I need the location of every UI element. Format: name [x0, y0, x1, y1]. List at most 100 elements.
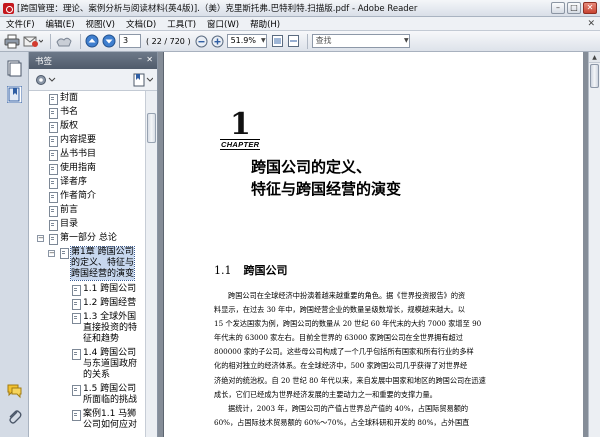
- bookmarks-panel-header: 书签 – ✕: [29, 52, 157, 69]
- bookmarks-panel-title: 书签: [35, 56, 53, 67]
- menu-window[interactable]: 窗口(W): [207, 18, 239, 30]
- comments-icon[interactable]: [7, 382, 22, 399]
- bookmark-item-part1[interactable]: 第一部分 总论: [48, 233, 117, 245]
- bookmark-item[interactable]: 1.3 全球外国 直接投资的特 征和趋势: [71, 312, 137, 345]
- bookmark-item[interactable]: 封面: [48, 93, 78, 105]
- fit-page-icon: [271, 35, 283, 47]
- bookmark-item[interactable]: 作者简介: [48, 191, 96, 203]
- previous-page-button[interactable]: [85, 33, 99, 49]
- options-menu-icon[interactable]: [34, 73, 56, 87]
- next-page-button[interactable]: [102, 33, 116, 49]
- page-icon: [48, 177, 58, 189]
- bookmark-label: 内容提要: [60, 135, 97, 145]
- fit-width-button[interactable]: [287, 33, 300, 49]
- document-close-icon[interactable]: ✕: [587, 19, 595, 29]
- document-scroll-thumb[interactable]: [590, 64, 599, 88]
- bookmark-item[interactable]: 丛书书目: [48, 149, 96, 161]
- scroll-up-icon[interactable]: ▲: [589, 52, 600, 63]
- pages-panel-icon[interactable]: [7, 60, 22, 77]
- chapter-mark: 1 CHAPTER: [220, 110, 264, 150]
- bookmark-label: 案例1.1 马狮 公司如何应对: [83, 409, 137, 431]
- page-number-input[interactable]: 3: [119, 34, 141, 48]
- bookmark-item[interactable]: 内容提要: [48, 135, 97, 147]
- email-icon: [23, 36, 43, 47]
- bookmark-item[interactable]: 书名: [48, 107, 79, 119]
- zoom-in-button[interactable]: [211, 33, 224, 49]
- paragraph-line: 60%，占国际技术贸易额的 60%～70%，占全球科研和开发的 80%，占外国直: [214, 417, 470, 427]
- bookmarks-scroll-thumb[interactable]: [147, 113, 156, 143]
- paragraph-line: 济绝对的统治权。自 20 世纪 80 年代以来，来自发展中国家和地区的跨国公司在…: [214, 375, 486, 385]
- page-icon: [71, 384, 81, 396]
- bookmark-label: 使用指南: [60, 163, 97, 173]
- window-title: [跨国管理：理论、案例分析与阅读材料(英4版)].（美）克里斯托弗.巴特利特.扫…: [17, 4, 418, 14]
- bookmark-label: 1.3 全球外国 直接投资的特 征和趋势: [83, 312, 137, 345]
- bookmark-item[interactable]: 1.4 跨国公司 与东道国政府 的关系: [71, 348, 137, 381]
- bookmark-item[interactable]: 1.1 跨国公司: [71, 284, 137, 296]
- bookmark-label: 第一部分 总论: [60, 233, 117, 243]
- toolbar-separator: [306, 33, 308, 49]
- bookmark-item-chapter1[interactable]: 第1章 跨国公司 的定义、特征与 跨国经营的演变: [59, 246, 136, 281]
- bookmark-item[interactable]: 1.5 跨国公司 所面临的挑战: [71, 384, 137, 406]
- menu-view[interactable]: 视图(V): [86, 18, 115, 30]
- panel-close-icon[interactable]: ✕: [146, 55, 153, 64]
- bookmark-label: 1.1 跨国公司: [83, 284, 137, 294]
- bookmark-item[interactable]: 案例1.1 马狮 公司如何应对: [71, 409, 137, 431]
- zoom-select[interactable]: 51.9% ▼: [226, 34, 267, 48]
- bookmark-label: 书名: [60, 107, 79, 117]
- hand-share-icon: [56, 37, 72, 46]
- search-placeholder: 查找: [315, 36, 332, 45]
- bookmark-item[interactable]: 前言: [48, 205, 78, 217]
- section-number: 1.1: [214, 264, 232, 277]
- page-icon: [48, 191, 58, 203]
- zoom-in-icon: [211, 35, 224, 47]
- email-button[interactable]: [23, 33, 43, 49]
- zoom-out-button[interactable]: [195, 33, 208, 49]
- toolbar-separator: [80, 33, 81, 49]
- bookmarks-tree: 封面 书名 版权 内容提要 丛书书目 使用指南 译者序 作者简介 前言 目录 −…: [29, 91, 146, 437]
- bookmark-label-line: 案例1.1 马狮: [83, 409, 137, 419]
- bookmark-label-line: 第1章 跨国公司: [71, 247, 134, 257]
- bookmark-label: 版权: [60, 121, 79, 131]
- new-bookmark-icon[interactable]: [133, 73, 153, 87]
- close-button[interactable]: ✕: [583, 2, 597, 14]
- bookmark-item[interactable]: 版权: [48, 121, 79, 133]
- collapse-toggle[interactable]: −: [48, 250, 55, 257]
- bookmark-item[interactable]: 目录: [48, 219, 78, 231]
- collaborate-button[interactable]: [55, 33, 73, 49]
- chevron-down-icon: ▼: [260, 37, 266, 44]
- chevron-down-icon: ▼: [403, 37, 409, 44]
- minimize-button[interactable]: –: [551, 2, 565, 14]
- bookmark-label-line: 的关系: [83, 370, 111, 380]
- fit-page-button[interactable]: [271, 33, 284, 49]
- menu-help[interactable]: 帮助(H): [250, 18, 280, 30]
- paragraph-line: 跨国公司在全球经济中扮演着越来越重要的角色。据《世界投资报告》的资: [228, 291, 466, 300]
- section-title: 跨国公司: [243, 264, 288, 277]
- chapter-word: CHAPTER: [220, 139, 261, 150]
- menu-tools[interactable]: 工具(T): [167, 18, 196, 30]
- page-icon: [48, 163, 58, 175]
- bookmark-item[interactable]: 使用指南: [48, 163, 97, 175]
- bookmarks-panel-icon[interactable]: [7, 86, 22, 103]
- bookmark-item[interactable]: 1.2 跨国经营: [71, 298, 136, 310]
- document-scrollbar[interactable]: ▲: [588, 52, 600, 437]
- attachment-icon[interactable]: [7, 408, 22, 425]
- bookmark-label-line: 所面临的挑战: [83, 395, 138, 405]
- menu-file[interactable]: 文件(F): [6, 18, 35, 30]
- print-button[interactable]: [4, 33, 20, 49]
- page-icon: [48, 135, 58, 147]
- bookmark-item[interactable]: 译者序: [48, 177, 87, 189]
- page-icon: [48, 121, 58, 133]
- menu-document[interactable]: 文档(D): [126, 18, 156, 30]
- page-icon: [71, 298, 81, 310]
- search-input[interactable]: 查找 ▼: [311, 34, 410, 48]
- paragraph-line: 800000 家的子公司。这些母公司构成了一个几乎包括所有国家和所有行业的多样: [214, 347, 474, 357]
- maximize-button[interactable]: □: [567, 2, 581, 14]
- menu-edit[interactable]: 编辑(E): [46, 18, 75, 30]
- panel-minimize-icon[interactable]: –: [138, 54, 142, 63]
- bookmarks-scrollbar[interactable]: [145, 91, 157, 437]
- paragraph-line: 成长，它们已经成为世界经济发展的主要动力之一和重要的支撑力量。: [214, 389, 437, 399]
- document-view[interactable]: 1 CHAPTER 跨国公司的定义、 特征与跨国经营的演变 1.1 跨国公司 跨国…: [158, 52, 588, 437]
- bookmark-label-line: 跨国经营的演变: [71, 269, 135, 279]
- collapse-toggle[interactable]: −: [37, 235, 44, 242]
- bookmarks-panel: 书签 – ✕ 封面 书名 版权 内容提要 丛书书目 使用指南 译者序 作者简介 …: [29, 52, 158, 437]
